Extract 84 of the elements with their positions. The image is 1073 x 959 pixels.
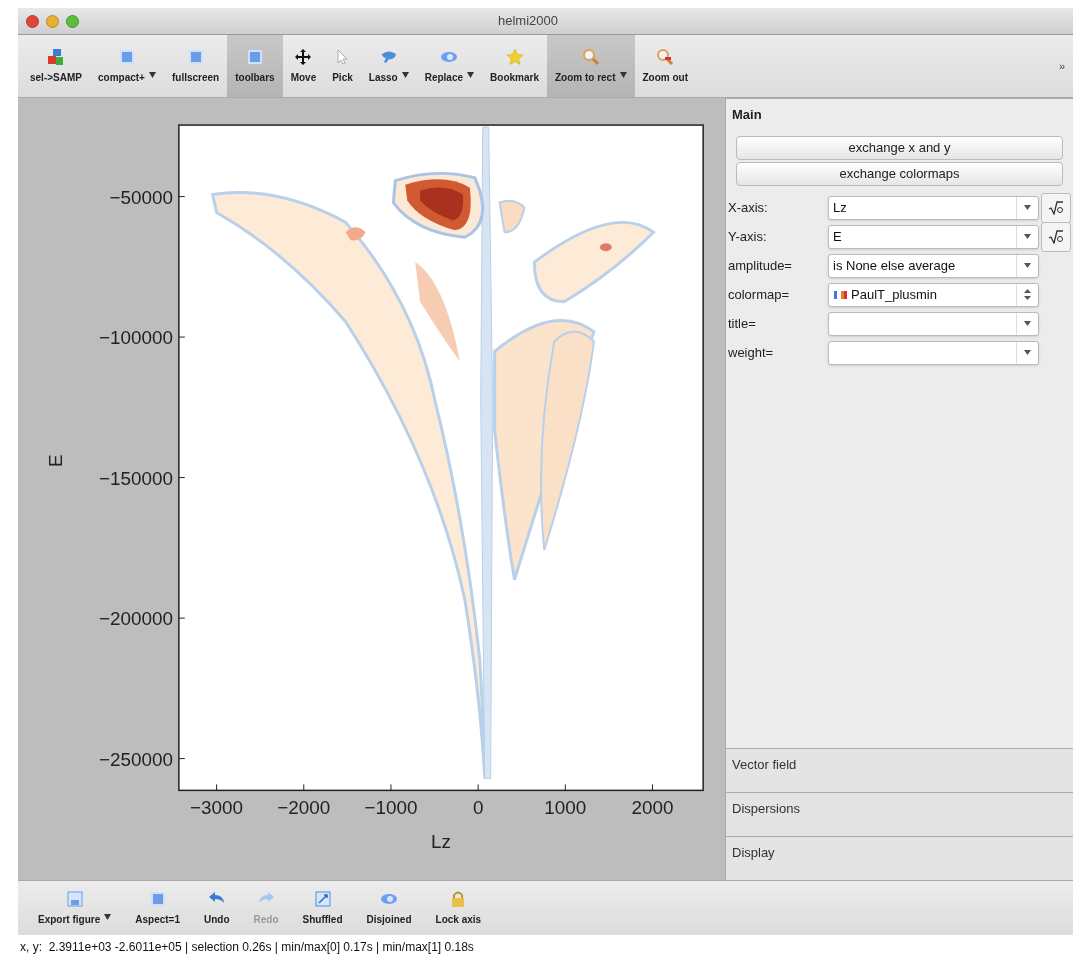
- dropdown-caret-icon: [401, 71, 409, 78]
- toolbar-button[interactable]: Move: [282, 35, 325, 97]
- colormap-select[interactable]: PaulT_plusmin: [828, 282, 1039, 307]
- transform-button[interactable]: [1041, 192, 1071, 223]
- toolbar-button[interactable]: toolbars: [227, 35, 283, 97]
- toolbar-button[interactable]: compact+: [89, 35, 164, 97]
- zoom-button[interactable]: [66, 14, 79, 28]
- x-tick-label: −1000: [364, 797, 418, 819]
- y-tick-label: −200000: [98, 608, 173, 630]
- move-arrows-icon: [294, 47, 313, 66]
- field-label: weight=: [728, 343, 775, 362]
- x-axis-label: Lz: [431, 830, 451, 852]
- combo-value: is None else average: [833, 256, 956, 275]
- square-icon: [148, 889, 167, 908]
- toolbar-button[interactable]: Export figure: [30, 881, 120, 935]
- y-tick-label: −250000: [98, 748, 173, 770]
- dropdown-caret-icon: [148, 71, 156, 78]
- dropdown-caret-icon: [104, 913, 112, 920]
- panel-button[interactable]: exchange x and y: [736, 136, 1063, 160]
- shuffle-icon: [313, 889, 332, 908]
- x-tick-label: 0: [472, 797, 484, 819]
- toolbar-button[interactable]: Zoom out: [634, 35, 697, 97]
- toolbar-button[interactable]: sel->SAMP: [22, 35, 90, 97]
- toolbar-overflow-button[interactable]: »: [1058, 57, 1069, 75]
- dropdown-arrow-icon: [1024, 234, 1031, 239]
- magnifier-icon: [656, 47, 675, 66]
- y-tick-label: −150000: [98, 467, 173, 489]
- panel-tab[interactable]: Dispersions: [726, 792, 1073, 836]
- toolbar-button[interactable]: Zoom to rect: [546, 35, 635, 97]
- toolbar-button[interactable]: Lock axis: [427, 881, 490, 935]
- y-tick-label: −50000: [109, 186, 173, 208]
- combo-value: E: [833, 227, 842, 246]
- square-icon: [117, 47, 136, 66]
- close-button[interactable]: [26, 14, 39, 28]
- dropdown-arrow-icon: [1024, 263, 1031, 268]
- panel-tab[interactable]: Vector field: [726, 748, 1073, 792]
- x-tick-label: −3000: [190, 797, 244, 819]
- square-icon: [186, 47, 205, 66]
- status-text: x, y: 2.3911e+03 -2.6011e+05 | selection 0.26s | min/max[0] 0.17s | min/max[1] 0.18s: [20, 939, 474, 956]
- combo-box[interactable]: Lz: [828, 195, 1039, 220]
- field-label: title=: [728, 314, 757, 333]
- y-axis-label: E: [44, 454, 66, 467]
- colormap-swatch-icon: [833, 289, 847, 300]
- toolbar-button[interactable]: Undo: [196, 881, 238, 935]
- dropdown-caret-icon: [619, 71, 627, 78]
- square-root-icon: [1048, 229, 1064, 244]
- dropdown-arrow-icon: [1024, 350, 1031, 355]
- square-icon: [245, 47, 264, 66]
- star-icon: [505, 47, 524, 66]
- combo-box[interactable]: E: [828, 224, 1039, 249]
- toolbar-button[interactable]: Pick: [324, 35, 361, 97]
- transform-button[interactable]: [1041, 221, 1071, 252]
- x-tick-label: −2000: [277, 797, 331, 819]
- toolbar-button[interactable]: Bookmark: [482, 35, 547, 97]
- blocks-icon: [47, 47, 65, 66]
- square-root-icon: [1048, 200, 1064, 215]
- field-label: Y-axis:: [728, 227, 768, 246]
- panel-tab[interactable]: Display: [726, 836, 1073, 880]
- combo-value: Lz: [833, 198, 847, 217]
- x-tick-label: 1000: [544, 797, 587, 819]
- combo-box[interactable]: [828, 340, 1039, 365]
- combo-value: PaulT_plusmin: [851, 285, 937, 304]
- dropdown-caret-icon: [467, 71, 475, 78]
- minimize-button[interactable]: [46, 14, 59, 28]
- field-label: X-axis:: [728, 198, 769, 217]
- stepper-arrows-icon: [1024, 289, 1031, 300]
- toolbar-button[interactable]: Shuffled: [294, 881, 351, 935]
- dropdown-arrow-icon: [1024, 205, 1031, 210]
- toolbar-button[interactable]: fullscreen: [163, 35, 228, 97]
- x-tick-label: 2000: [631, 797, 674, 819]
- combo-box[interactable]: [828, 311, 1039, 336]
- toolbar-button[interactable]: Lasso: [360, 35, 417, 97]
- magnifier-icon: [581, 47, 600, 66]
- toolbar-button[interactable]: Aspect=1: [127, 881, 188, 935]
- field-label: amplitude=: [728, 256, 793, 275]
- dropdown-arrow-icon: [1024, 321, 1031, 326]
- field-label: colormap=: [728, 285, 791, 304]
- toolbar-button[interactable]: Disjoined: [358, 881, 420, 935]
- combo-box[interactable]: is None else average: [828, 253, 1039, 278]
- export-icon: [65, 889, 84, 908]
- y-tick-label: −100000: [98, 327, 173, 349]
- toolbar-button[interactable]: Replace: [416, 35, 483, 97]
- panel-button[interactable]: exchange colormaps: [736, 162, 1063, 186]
- window-title: helmi2000: [498, 12, 558, 31]
